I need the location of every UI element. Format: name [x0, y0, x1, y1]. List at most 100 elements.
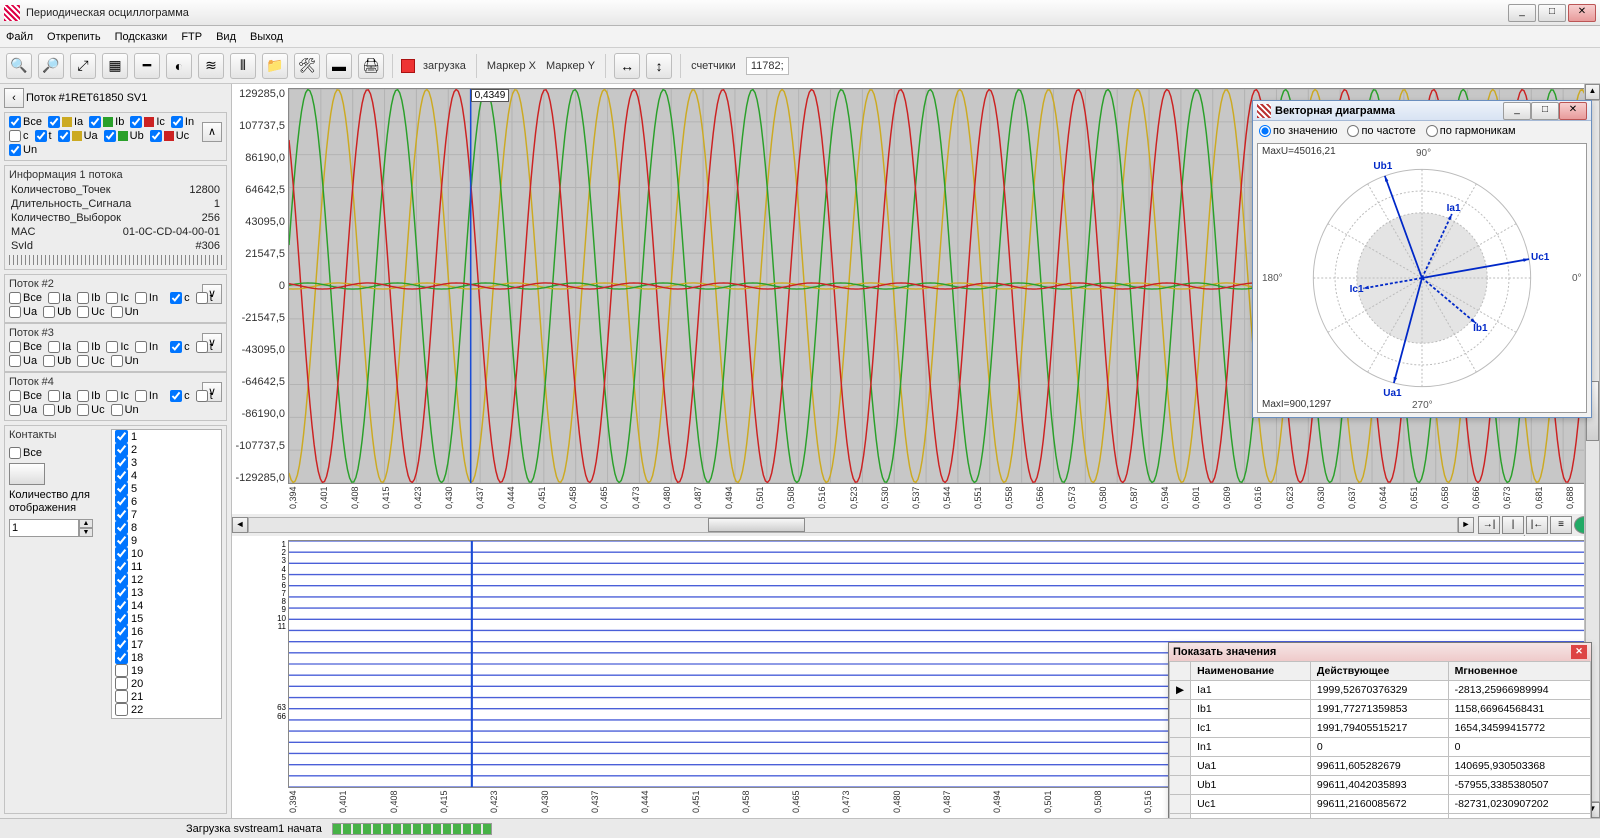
vector-diagram-window[interactable]: Векторная диаграмма _ □ ✕ по значениюпо …	[1252, 100, 1592, 418]
channel-check[interactable]: In	[135, 390, 158, 402]
grid-row[interactable]: In100	[1170, 738, 1591, 757]
contact-item[interactable]: 18	[112, 651, 221, 664]
menu-undock[interactable]: Открепить	[47, 31, 101, 43]
channel-check[interactable]: с	[170, 390, 190, 402]
channel-check[interactable]: Все	[9, 390, 42, 402]
channel-check[interactable]: Ic	[106, 292, 129, 304]
scroll-left-icon[interactable]: ◄	[232, 517, 248, 533]
contact-item[interactable]: 15	[112, 612, 221, 625]
channel-check-Ib[interactable]: Ib	[89, 116, 124, 128]
channel-check-t[interactable]: t	[35, 130, 52, 142]
vector-maximize-button[interactable]: □	[1531, 102, 1559, 120]
marker-y-button[interactable]: Маркер Y	[546, 60, 595, 72]
channel-check[interactable]: Ua	[9, 306, 37, 318]
chart-hscroll[interactable]: ◄ ► →| |←→| |← ≡ i	[232, 516, 1600, 534]
waves-icon[interactable]: ≋	[198, 53, 224, 79]
close-button[interactable]: ✕	[1568, 4, 1596, 22]
contacts-list[interactable]: 12345678910111213141516171819202122	[111, 429, 222, 719]
contact-item[interactable]: 12	[112, 573, 221, 586]
vector-opt[interactable]: по гармоникам	[1426, 125, 1516, 137]
channel-check-Все[interactable]: Все	[9, 116, 42, 128]
contact-item[interactable]: 13	[112, 586, 221, 599]
channel-check[interactable]: Ia	[48, 341, 71, 353]
channel-check-Uc[interactable]: Uc	[150, 130, 189, 142]
menu-ftp[interactable]: FTP	[181, 31, 202, 43]
values-table[interactable]: НаименованиеДействующееМгновенное ▶Ia119…	[1169, 661, 1591, 833]
grid-row[interactable]: Uc199611,2160085672-82731,0230907202	[1170, 795, 1591, 814]
channel-check-Ia[interactable]: Ia	[48, 116, 83, 128]
pie-icon[interactable]: ◐	[166, 53, 192, 79]
zoom-reset-icon[interactable]: ⤢	[70, 53, 96, 79]
channel-check[interactable]: t	[196, 292, 213, 304]
scroll-right-icon[interactable]: ►	[1458, 517, 1474, 533]
channel-check[interactable]: Uc	[77, 404, 104, 416]
contacts-all-check[interactable]: Все	[9, 447, 105, 459]
menu-exit[interactable]: Выход	[250, 31, 283, 43]
minimize-button[interactable]: _	[1508, 4, 1536, 22]
vector-opt[interactable]: по значению	[1259, 125, 1337, 137]
contact-item[interactable]: 9	[112, 534, 221, 547]
contact-item[interactable]: 22	[112, 703, 221, 716]
zoom-in-icon[interactable]: 🔍	[6, 53, 32, 79]
menu-view[interactable]: Вид	[216, 31, 236, 43]
channel-check[interactable]: Ic	[106, 390, 129, 402]
vector-minimize-button[interactable]: _	[1503, 102, 1531, 120]
meter-icon[interactable]: ▬	[326, 53, 352, 79]
channel-check[interactable]: Все	[9, 341, 42, 353]
scroll-thumb[interactable]	[708, 518, 805, 532]
marker-x-button[interactable]: Маркер X	[487, 60, 536, 72]
channel-check[interactable]: Uc	[77, 306, 104, 318]
contact-item[interactable]: 14	[112, 599, 221, 612]
channel-check-In[interactable]: In	[171, 116, 194, 128]
channel-check[interactable]: Uc	[77, 355, 104, 367]
print-icon[interactable]: 🖨	[358, 53, 384, 79]
channel-check[interactable]: Все	[9, 292, 42, 304]
menu-hints[interactable]: Подсказки	[115, 31, 168, 43]
contact-item[interactable]: 1	[112, 430, 221, 443]
contact-item[interactable]: 7	[112, 508, 221, 521]
grid-row[interactable]: Ic11991,794055152171654,34599415772	[1170, 719, 1591, 738]
contact-item[interactable]: 5	[112, 482, 221, 495]
channel-check-Ic[interactable]: Ic	[130, 116, 165, 128]
nav-next-icon[interactable]: |←	[1526, 516, 1548, 534]
vector-opt[interactable]: по частоте	[1347, 125, 1415, 137]
hstrech-icon[interactable]: ↔	[614, 53, 640, 79]
stream1-toggle-button[interactable]: ∧	[202, 122, 222, 142]
grid-row[interactable]: Ua199611,605282679140695,930503368	[1170, 757, 1591, 776]
vstrech-icon[interactable]: ↕	[646, 53, 672, 79]
contact-item[interactable]: 17	[112, 638, 221, 651]
channel-check[interactable]: Ua	[9, 355, 37, 367]
grid-row[interactable]: Ub199611,4042035893-57955,3385380507	[1170, 776, 1591, 795]
prev-stream-button[interactable]: ‹	[4, 88, 24, 108]
channel-check[interactable]: Ib	[77, 292, 100, 304]
stop-icon[interactable]	[401, 59, 415, 73]
channel-check[interactable]: Ub	[43, 404, 71, 416]
channel-check[interactable]: Ub	[43, 306, 71, 318]
maximize-button[interactable]: □	[1538, 4, 1566, 22]
contact-item[interactable]: 21	[112, 690, 221, 703]
contact-item[interactable]: 4	[112, 469, 221, 482]
line-icon[interactable]: ━	[134, 53, 160, 79]
grid-row[interactable]: Ib11991,772713598531158,66964568431	[1170, 700, 1591, 719]
polar-plot[interactable]: 90°0°180°270°Ua1Ub1Uc1Ia1Ib1Ic1MaxU=4501…	[1257, 143, 1587, 413]
channel-check[interactable]: Ua	[9, 404, 37, 416]
channel-check[interactable]: Un	[111, 306, 139, 318]
contacts-qty-input[interactable]	[9, 519, 79, 537]
channel-check[interactable]: Un	[111, 404, 139, 416]
contact-item[interactable]: 8	[112, 521, 221, 534]
menu-file[interactable]: Файл	[6, 31, 33, 43]
channel-check-Un[interactable]: Un	[9, 144, 37, 156]
channel-check[interactable]: Ia	[48, 390, 71, 402]
contacts-plot-icon[interactable]	[9, 463, 45, 485]
vector-close-button[interactable]: ✕	[1559, 102, 1587, 120]
channel-check-Ua[interactable]: Ua	[58, 130, 98, 142]
grid-col[interactable]: Действующее	[1310, 662, 1448, 681]
grid-icon[interactable]: ▦	[102, 53, 128, 79]
contact-item[interactable]: 11	[112, 560, 221, 573]
zoom-out-icon[interactable]: 🔎	[38, 53, 64, 79]
grid-col[interactable]: Мгновенное	[1448, 662, 1590, 681]
channel-check-Ub[interactable]: Ub	[104, 130, 144, 142]
contact-item[interactable]: 16	[112, 625, 221, 638]
contact-item[interactable]: 19	[112, 664, 221, 677]
contact-item[interactable]: 2	[112, 443, 221, 456]
